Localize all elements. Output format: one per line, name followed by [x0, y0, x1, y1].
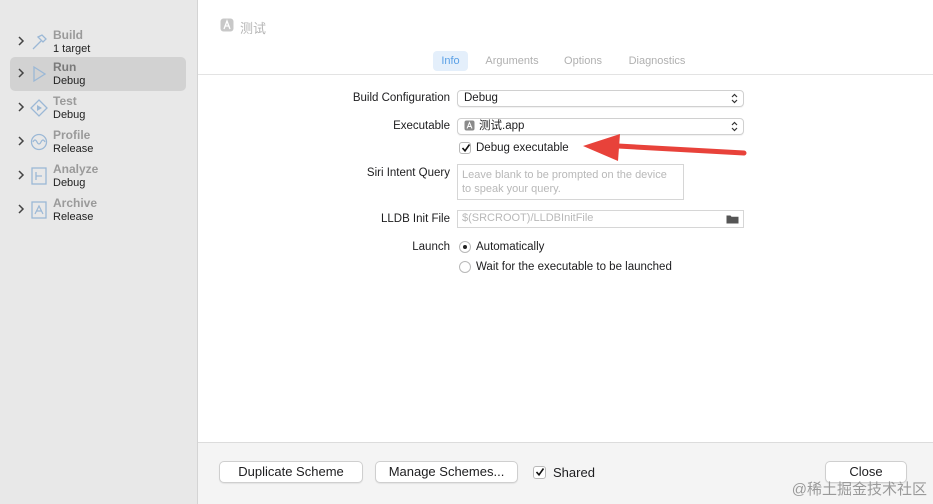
lldb-init-file-label: LLDB Init File — [380, 213, 450, 225]
sidebar-item-name: Profile — [53, 128, 91, 142]
scheme-action-sidebar: Build 1 target Run Debug Test Debug Prof… — [0, 0, 198, 504]
chevron-right-icon[interactable] — [15, 35, 27, 47]
sidebar-item-test[interactable]: Test Debug — [10, 91, 186, 125]
lldb-init-file-placeholder: $(SRCROOT)/LLDBInitFile — [462, 212, 594, 224]
sidebar-item-name: Analyze — [53, 162, 99, 176]
waveform-icon — [30, 133, 48, 151]
executable-label: Executable — [393, 120, 450, 132]
sidebar-item-name: Build — [53, 28, 83, 42]
sidebar-item-sub: Release — [53, 143, 94, 155]
launch-automatically-radio[interactable] — [459, 241, 471, 253]
up-down-chevron-icon — [731, 93, 738, 104]
debug-executable-label[interactable]: Debug executable — [476, 142, 569, 154]
sidebar-item-analyze[interactable]: Analyze Debug — [10, 159, 186, 193]
chevron-right-icon[interactable] — [15, 169, 27, 181]
sidebar-item-run[interactable]: Run Debug — [10, 57, 186, 91]
sidebar-item-build[interactable]: Build 1 target — [10, 25, 186, 59]
siri-intent-query-label: Siri Intent Query — [366, 167, 450, 179]
tab-diagnostics[interactable]: Diagnostics — [622, 51, 692, 71]
sidebar-item-sub: Release — [53, 211, 94, 223]
diamond-play-icon — [30, 99, 48, 117]
duplicate-scheme-button[interactable]: Duplicate Scheme — [219, 461, 363, 483]
play-icon — [33, 65, 47, 83]
tab-info[interactable]: Info — [433, 51, 468, 71]
tab-arguments[interactable]: Arguments — [478, 51, 546, 71]
chevron-right-icon[interactable] — [15, 135, 27, 147]
chevron-right-icon[interactable] — [15, 67, 27, 79]
app-icon — [220, 18, 234, 32]
archive-icon — [31, 201, 47, 219]
app-icon — [464, 120, 475, 131]
sidebar-item-name: Archive — [53, 196, 98, 210]
build-configuration-popup[interactable]: Debug — [457, 90, 744, 107]
sidebar-item-archive[interactable]: Archive Release — [10, 193, 186, 227]
tab-bar: Info Arguments Options Diagnostics — [198, 51, 933, 71]
sidebar-item-name: Test — [53, 94, 77, 108]
scheme-editor-main: 测试 Info Arguments Options Diagnostics Bu… — [198, 0, 933, 504]
sidebar-item-sub: Debug — [53, 177, 86, 189]
launch-wait-label[interactable]: Wait for the executable to be launched — [476, 261, 672, 273]
build-configuration-label: Build Configuration — [352, 92, 450, 104]
annotation-arrow — [583, 134, 747, 161]
manage-schemes-button[interactable]: Manage Schemes... — [375, 461, 518, 483]
scheme-title-text: 测试 — [240, 21, 267, 36]
radio-selected-dot — [463, 245, 467, 249]
sidebar-item-profile[interactable]: Profile Release — [10, 125, 186, 159]
launch-wait-radio[interactable] — [459, 261, 471, 273]
sidebar-item-sub: 1 target — [53, 43, 91, 55]
chevron-right-icon[interactable] — [15, 203, 27, 215]
launch-label: Launch — [412, 241, 450, 253]
lldb-init-file-input[interactable]: $(SRCROOT)/LLDBInitFile — [457, 210, 744, 228]
analyze-icon — [31, 167, 47, 185]
divider — [198, 74, 933, 75]
watermark: @稀土掘金技术社区 — [791, 481, 927, 498]
hammer-icon — [32, 34, 47, 50]
tab-options[interactable]: Options — [558, 51, 608, 71]
executable-value: 测试.app — [479, 120, 525, 132]
launch-automatically-label[interactable]: Automatically — [476, 241, 544, 253]
checkmark-icon — [535, 468, 545, 477]
sidebar-item-name: Run — [53, 60, 77, 74]
sidebar-item-sub: Debug — [53, 75, 86, 87]
debug-executable-checkbox[interactable] — [459, 142, 471, 154]
chevron-right-icon[interactable] — [15, 101, 27, 113]
shared-checkbox[interactable] — [533, 466, 546, 479]
folder-icon[interactable] — [726, 214, 739, 224]
checkmark-icon — [461, 144, 471, 153]
sidebar-item-sub: Debug — [53, 109, 86, 121]
build-configuration-value: Debug — [464, 92, 498, 104]
shared-label[interactable]: Shared — [553, 465, 595, 480]
